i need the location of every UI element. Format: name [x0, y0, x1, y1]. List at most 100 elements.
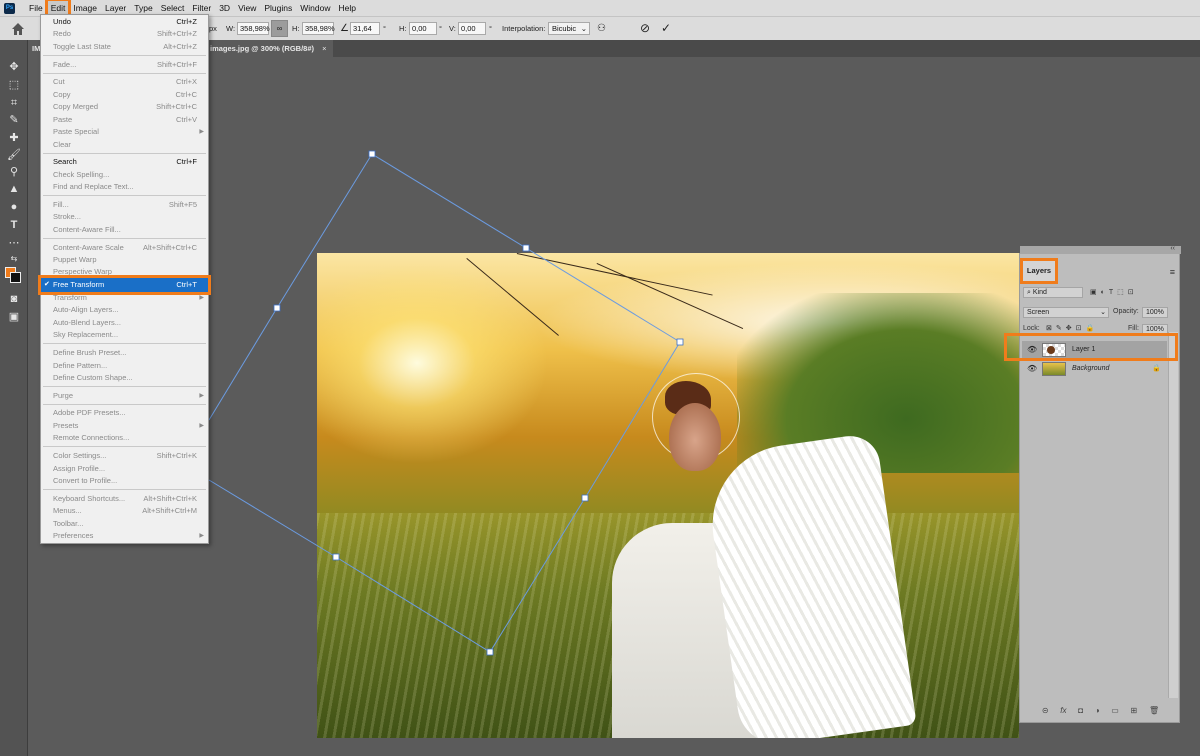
- link-icon[interactable]: ∞: [271, 20, 288, 37]
- kind-filter-select[interactable]: ⌕ Kind: [1023, 287, 1083, 298]
- tab-layers[interactable]: Layers: [1020, 258, 1058, 284]
- menu-item-adobe-pdf-presets[interactable]: Adobe PDF Presets...: [41, 407, 208, 419]
- menu-item-undo[interactable]: Undo Ctrl+Z: [41, 16, 208, 28]
- menu-item-remote-connections[interactable]: Remote Connections...: [41, 432, 208, 444]
- group-folder-icon[interactable]: ▭: [1111, 706, 1119, 715]
- clone-stamp-tool-icon[interactable]: ⚲: [6, 165, 22, 179]
- add-mask-icon[interactable]: ◘: [1078, 706, 1083, 715]
- more-tools-icon[interactable]: ⋯: [6, 236, 22, 250]
- interpolation-select[interactable]: Bicubic ⌄: [548, 22, 590, 35]
- cancel-transform-icon[interactable]: ⊘: [640, 22, 650, 35]
- menu-item-perspective-warp[interactable]: Perspective Warp: [41, 266, 208, 278]
- swap-colors-icon[interactable]: ⇆: [6, 252, 22, 266]
- menu-item-define-custom-shape[interactable]: Define Custom Shape...: [41, 372, 208, 384]
- menu-item-copy[interactable]: Copy Ctrl+C: [41, 89, 208, 101]
- menu-view[interactable]: View: [234, 0, 260, 16]
- layers-scrollbar[interactable]: [1168, 332, 1178, 698]
- trash-icon[interactable]: 🗑: [1149, 706, 1159, 715]
- menu-item-auto-blend-layers[interactable]: Auto-Blend Layers...: [41, 317, 208, 329]
- menu-item-redo[interactable]: Redo Shift+Ctrl+Z: [41, 28, 208, 40]
- quick-mask-icon[interactable]: ◙: [6, 292, 22, 306]
- panel-menu-icon[interactable]: ≡: [1170, 267, 1175, 277]
- menu-item-clear[interactable]: Clear: [41, 139, 208, 151]
- angle-icon: ∠: [340, 23, 349, 34]
- height-input[interactable]: 358,98%: [302, 22, 335, 35]
- layer-row-background[interactable]: 👁 Background 🔒: [1022, 360, 1167, 378]
- hskew-label: H:: [399, 24, 407, 33]
- marquee-tool-icon[interactable]: ⬚: [6, 78, 22, 92]
- eraser-tool-icon[interactable]: ▲: [6, 182, 22, 196]
- home-icon[interactable]: [10, 21, 26, 36]
- transform-handle: [273, 304, 281, 312]
- menu-item-stroke[interactable]: Stroke...: [41, 211, 208, 223]
- menu-item-keyboard-shortcuts[interactable]: Keyboard Shortcuts... Alt+Shift+Ctrl+K: [41, 493, 208, 505]
- menu-item-paste[interactable]: Paste Ctrl+V: [41, 114, 208, 126]
- healing-tool-icon[interactable]: ✚: [6, 131, 22, 145]
- fx-icon[interactable]: fx: [1060, 706, 1066, 715]
- menu-item-sky-replacement[interactable]: Sky Replacement...: [41, 329, 208, 341]
- menu-item-purge[interactable]: Purge ▶: [41, 390, 208, 402]
- brush-tool-icon[interactable]: 🖌: [6, 148, 22, 162]
- menu-item-fill[interactable]: Fill... Shift+F5: [41, 199, 208, 211]
- menu-item-preferences[interactable]: Preferences ▶: [41, 530, 208, 542]
- link-layers-icon[interactable]: ⊝: [1042, 706, 1049, 715]
- screen-mode-icon[interactable]: ▣: [6, 310, 22, 324]
- canvas-image[interactable]: [317, 253, 1019, 738]
- menu-item-shortcut: Alt+Shift+Ctrl+C: [143, 243, 197, 252]
- menu-item-check-spelling[interactable]: Check Spelling...: [41, 169, 208, 181]
- collapse-panel-icon[interactable]: ‹‹: [1170, 245, 1175, 252]
- menu-item-label: Transform: [53, 293, 87, 302]
- menu-item-toggle-last-state[interactable]: Toggle Last State Alt+Ctrl+Z: [41, 41, 208, 53]
- menu-item-toolbar[interactable]: Toolbar...: [41, 518, 208, 530]
- submenu-arrow-icon: ▶: [199, 393, 204, 399]
- menu-item-shortcut: Ctrl+X: [175, 77, 197, 86]
- menu-item-content-aware-scale[interactable]: Content-Aware Scale Alt+Shift+Ctrl+C: [41, 242, 208, 254]
- menu-item-presets[interactable]: Presets ▶: [41, 420, 208, 432]
- menu-help[interactable]: Help: [334, 0, 359, 16]
- menu-item-define-brush-preset[interactable]: Define Brush Preset...: [41, 347, 208, 359]
- blend-mode-select[interactable]: Screen ⌄: [1023, 307, 1109, 318]
- new-layer-icon[interactable]: ⊞: [1131, 706, 1138, 715]
- menu-item-copy-merged[interactable]: Copy Merged Shift+Ctrl+C: [41, 101, 208, 113]
- dodge-tool-icon[interactable]: ●: [6, 200, 22, 214]
- menu-item-transform[interactable]: Transform ▶: [41, 292, 208, 304]
- menu-item-menus[interactable]: Menus... Alt+Shift+Ctrl+M: [41, 505, 208, 517]
- menu-item-paste-special[interactable]: Paste Special ▶: [41, 126, 208, 138]
- warp-icon[interactable]: ⚇: [597, 22, 606, 35]
- vskew-input[interactable]: 0,00: [458, 22, 486, 35]
- menu-item-label: Presets: [53, 421, 79, 430]
- menu-item-free-transform[interactable]: ✔ Free Transform Ctrl+T: [38, 275, 211, 295]
- visibility-eye-icon[interactable]: 👁: [1027, 360, 1037, 378]
- menu-window[interactable]: Window: [296, 0, 334, 16]
- menu-3d[interactable]: 3D: [215, 0, 234, 16]
- menu-item-assign-profile[interactable]: Assign Profile...: [41, 463, 208, 475]
- background-color-swatch[interactable]: [10, 272, 21, 283]
- vskew-degree-label: °: [489, 24, 492, 33]
- angle-input[interactable]: 31,64: [350, 22, 380, 35]
- filter-icons[interactable]: ▣◐T⬚⊡: [1090, 287, 1138, 299]
- hskew-input[interactable]: 0,00: [409, 22, 437, 35]
- menu-item-fade[interactable]: Fade... Shift+Ctrl+F: [41, 59, 208, 71]
- menu-item-content-aware-fill[interactable]: Content-Aware Fill...: [41, 224, 208, 236]
- tab-close-icon[interactable]: ×: [322, 44, 326, 53]
- menu-item-define-pattern[interactable]: Define Pattern...: [41, 360, 208, 372]
- tab-document-2[interactable]: images.jpg @ 300% (RGB/8#) ×: [204, 40, 333, 57]
- opacity-input[interactable]: 100%: [1142, 307, 1168, 318]
- commit-transform-icon[interactable]: ✓: [661, 22, 671, 35]
- menu-separator: [43, 404, 206, 405]
- adjustment-layer-icon[interactable]: ◑: [1095, 706, 1100, 715]
- menu-item-auto-align-layers[interactable]: Auto-Align Layers...: [41, 304, 208, 316]
- menu-item-find-replace[interactable]: Find and Replace Text...: [41, 181, 208, 193]
- menu-plugins[interactable]: Plugins: [260, 0, 296, 16]
- menu-item-color-settings[interactable]: Color Settings... Shift+Ctrl+K: [41, 450, 208, 462]
- move-tool-icon[interactable]: ✥: [6, 60, 22, 74]
- type-tool-icon[interactable]: T: [6, 218, 22, 232]
- eyedropper-tool-icon[interactable]: ✎: [6, 113, 22, 127]
- width-input[interactable]: 358,98%: [237, 22, 270, 35]
- menu-item-shortcut: Shift+Ctrl+Z: [156, 29, 197, 38]
- menu-item-puppet-warp[interactable]: Puppet Warp: [41, 254, 208, 266]
- crop-tool-icon[interactable]: ⌗: [6, 96, 22, 110]
- menu-item-cut[interactable]: Cut Ctrl+X: [41, 76, 208, 88]
- menu-item-convert-to-profile[interactable]: Convert to Profile...: [41, 475, 208, 487]
- menu-item-search[interactable]: Search Ctrl+F: [41, 156, 208, 168]
